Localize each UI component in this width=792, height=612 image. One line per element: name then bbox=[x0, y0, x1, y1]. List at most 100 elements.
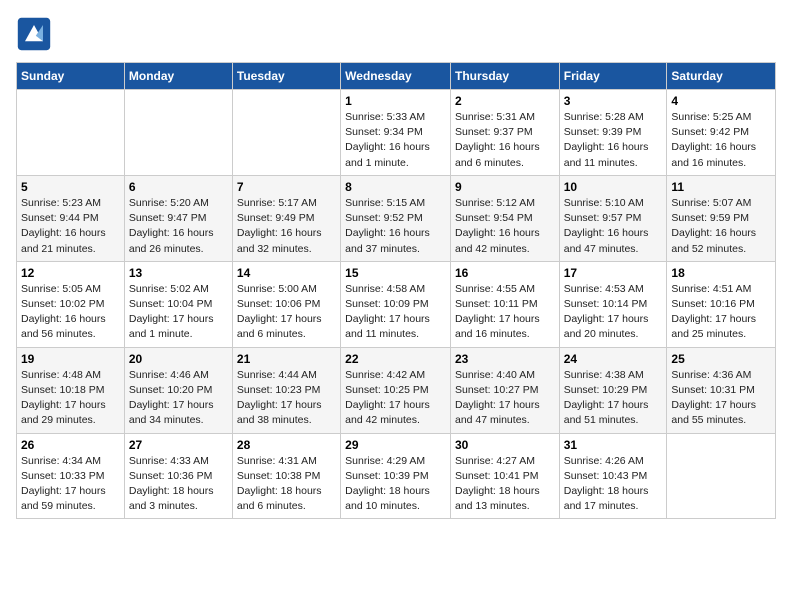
day-number: 21 bbox=[237, 352, 336, 366]
day-number: 20 bbox=[129, 352, 228, 366]
calendar-cell: 15 Sunrise: 4:58 AM Sunset: 10:09 PM Dayl… bbox=[341, 261, 451, 347]
day-number: 15 bbox=[345, 266, 446, 280]
day-info: Sunrise: 5:25 AM Sunset: 9:42 PM Dayligh… bbox=[671, 110, 771, 171]
calendar-cell: 22 Sunrise: 4:42 AM Sunset: 10:25 PM Dayl… bbox=[341, 347, 451, 433]
day-info: Sunrise: 4:42 AM Sunset: 10:25 PM Daylig… bbox=[345, 368, 446, 429]
day-info: Sunrise: 5:23 AM Sunset: 9:44 PM Dayligh… bbox=[21, 196, 120, 257]
day-number: 27 bbox=[129, 438, 228, 452]
day-info: Sunrise: 4:51 AM Sunset: 10:16 PM Daylig… bbox=[671, 282, 771, 343]
day-number: 4 bbox=[671, 94, 771, 108]
day-info: Sunrise: 5:20 AM Sunset: 9:47 PM Dayligh… bbox=[129, 196, 228, 257]
calendar-cell: 10Sunrise: 5:10 AM Sunset: 9:57 PM Dayli… bbox=[559, 175, 667, 261]
day-number: 11 bbox=[671, 180, 771, 194]
calendar-cell: 11 Sunrise: 5:07 AM Sunset: 9:59 PM Dayli… bbox=[667, 175, 776, 261]
calendar-cell: 9Sunrise: 5:12 AM Sunset: 9:54 PM Daylig… bbox=[450, 175, 559, 261]
day-info: Sunrise: 4:40 AM Sunset: 10:27 PM Daylig… bbox=[455, 368, 555, 429]
day-number: 8 bbox=[345, 180, 446, 194]
weekday-header-friday: Friday bbox=[559, 63, 667, 90]
day-number: 30 bbox=[455, 438, 555, 452]
calendar-cell: 28 Sunrise: 4:31 AM Sunset: 10:38 PM Dayl… bbox=[232, 433, 340, 519]
calendar-cell: 18 Sunrise: 4:51 AM Sunset: 10:16 PM Dayl… bbox=[667, 261, 776, 347]
calendar-week-row: 26 Sunrise: 4:34 AM Sunset: 10:33 PM Dayl… bbox=[17, 433, 776, 519]
calendar-cell: 2 Sunrise: 5:31 AM Sunset: 9:37 PM Daylig… bbox=[450, 90, 559, 176]
day-info: Sunrise: 5:15 AM Sunset: 9:52 PM Dayligh… bbox=[345, 196, 446, 257]
day-number: 28 bbox=[237, 438, 336, 452]
day-info: Sunrise: 5:12 AM Sunset: 9:54 PM Dayligh… bbox=[455, 196, 555, 257]
calendar-cell bbox=[17, 90, 125, 176]
day-info: Sunrise: 5:28 AM Sunset: 9:39 PM Dayligh… bbox=[564, 110, 663, 171]
weekday-header-thursday: Thursday bbox=[450, 63, 559, 90]
day-info: Sunrise: 4:29 AM Sunset: 10:39 PM Daylig… bbox=[345, 454, 446, 515]
calendar-cell: 27 Sunrise: 4:33 AM Sunset: 10:36 PM Dayl… bbox=[124, 433, 232, 519]
day-info: Sunrise: 4:58 AM Sunset: 10:09 PM Daylig… bbox=[345, 282, 446, 343]
calendar-cell: 1Sunrise: 5:33 AM Sunset: 9:34 PM Daylig… bbox=[341, 90, 451, 176]
calendar-week-row: 5Sunrise: 5:23 AM Sunset: 9:44 PM Daylig… bbox=[17, 175, 776, 261]
calendar-cell bbox=[232, 90, 340, 176]
weekday-header-wednesday: Wednesday bbox=[341, 63, 451, 90]
day-info: Sunrise: 4:44 AM Sunset: 10:23 PM Daylig… bbox=[237, 368, 336, 429]
calendar-header-row: SundayMondayTuesdayWednesdayThursdayFrid… bbox=[17, 63, 776, 90]
day-number: 22 bbox=[345, 352, 446, 366]
day-number: 13 bbox=[129, 266, 228, 280]
day-info: Sunrise: 4:38 AM Sunset: 10:29 PM Daylig… bbox=[564, 368, 663, 429]
day-info: Sunrise: 4:34 AM Sunset: 10:33 PM Daylig… bbox=[21, 454, 120, 515]
calendar-cell: 7Sunrise: 5:17 AM Sunset: 9:49 PM Daylig… bbox=[232, 175, 340, 261]
day-number: 2 bbox=[455, 94, 555, 108]
day-number: 19 bbox=[21, 352, 120, 366]
calendar-cell: 23 Sunrise: 4:40 AM Sunset: 10:27 PM Dayl… bbox=[450, 347, 559, 433]
calendar-week-row: 19 Sunrise: 4:48 AM Sunset: 10:18 PM Dayl… bbox=[17, 347, 776, 433]
calendar-cell: 25Sunrise: 4:36 AM Sunset: 10:31 PM Dayl… bbox=[667, 347, 776, 433]
day-number: 31 bbox=[564, 438, 663, 452]
day-number: 23 bbox=[455, 352, 555, 366]
calendar-cell: 24 Sunrise: 4:38 AM Sunset: 10:29 PM Dayl… bbox=[559, 347, 667, 433]
day-info: Sunrise: 5:10 AM Sunset: 9:57 PM Dayligh… bbox=[564, 196, 663, 257]
calendar-cell: 3 Sunrise: 5:28 AM Sunset: 9:39 PM Daylig… bbox=[559, 90, 667, 176]
day-info: Sunrise: 4:33 AM Sunset: 10:36 PM Daylig… bbox=[129, 454, 228, 515]
day-info: Sunrise: 4:53 AM Sunset: 10:14 PM Daylig… bbox=[564, 282, 663, 343]
day-number: 18 bbox=[671, 266, 771, 280]
calendar-cell: 20Sunrise: 4:46 AM Sunset: 10:20 PM Dayl… bbox=[124, 347, 232, 433]
calendar-cell: 4 Sunrise: 5:25 AM Sunset: 9:42 PM Daylig… bbox=[667, 90, 776, 176]
calendar-cell: 31 Sunrise: 4:26 AM Sunset: 10:43 PM Dayl… bbox=[559, 433, 667, 519]
day-info: Sunrise: 4:55 AM Sunset: 10:11 PM Daylig… bbox=[455, 282, 555, 343]
calendar-cell: 12 Sunrise: 5:05 AM Sunset: 10:02 PM Dayl… bbox=[17, 261, 125, 347]
weekday-header-monday: Monday bbox=[124, 63, 232, 90]
day-number: 7 bbox=[237, 180, 336, 194]
day-info: Sunrise: 5:31 AM Sunset: 9:37 PM Dayligh… bbox=[455, 110, 555, 171]
day-info: Sunrise: 4:27 AM Sunset: 10:41 PM Daylig… bbox=[455, 454, 555, 515]
calendar-week-row: 1Sunrise: 5:33 AM Sunset: 9:34 PM Daylig… bbox=[17, 90, 776, 176]
day-info: Sunrise: 5:00 AM Sunset: 10:06 PM Daylig… bbox=[237, 282, 336, 343]
weekday-header-tuesday: Tuesday bbox=[232, 63, 340, 90]
calendar-cell: 5Sunrise: 5:23 AM Sunset: 9:44 PM Daylig… bbox=[17, 175, 125, 261]
calendar-cell: 19 Sunrise: 4:48 AM Sunset: 10:18 PM Dayl… bbox=[17, 347, 125, 433]
day-info: Sunrise: 5:07 AM Sunset: 9:59 PM Dayligh… bbox=[671, 196, 771, 257]
calendar-week-row: 12 Sunrise: 5:05 AM Sunset: 10:02 PM Dayl… bbox=[17, 261, 776, 347]
calendar-cell bbox=[667, 433, 776, 519]
day-number: 29 bbox=[345, 438, 446, 452]
weekday-header-saturday: Saturday bbox=[667, 63, 776, 90]
calendar-cell: 30 Sunrise: 4:27 AM Sunset: 10:41 PM Dayl… bbox=[450, 433, 559, 519]
calendar-cell: 17Sunrise: 4:53 AM Sunset: 10:14 PM Dayl… bbox=[559, 261, 667, 347]
day-number: 26 bbox=[21, 438, 120, 452]
day-number: 24 bbox=[564, 352, 663, 366]
day-info: Sunrise: 5:02 AM Sunset: 10:04 PM Daylig… bbox=[129, 282, 228, 343]
day-info: Sunrise: 5:05 AM Sunset: 10:02 PM Daylig… bbox=[21, 282, 120, 343]
calendar-cell: 21 Sunrise: 4:44 AM Sunset: 10:23 PM Dayl… bbox=[232, 347, 340, 433]
day-info: Sunrise: 4:26 AM Sunset: 10:43 PM Daylig… bbox=[564, 454, 663, 515]
weekday-header-sunday: Sunday bbox=[17, 63, 125, 90]
logo-icon bbox=[16, 16, 52, 52]
calendar-cell bbox=[124, 90, 232, 176]
calendar-cell: 6 Sunrise: 5:20 AM Sunset: 9:47 PM Daylig… bbox=[124, 175, 232, 261]
day-number: 3 bbox=[564, 94, 663, 108]
page-header bbox=[16, 16, 776, 52]
calendar-table: SundayMondayTuesdayWednesdayThursdayFrid… bbox=[16, 62, 776, 519]
logo bbox=[16, 16, 56, 52]
day-info: Sunrise: 5:33 AM Sunset: 9:34 PM Dayligh… bbox=[345, 110, 446, 171]
calendar-cell: 29 Sunrise: 4:29 AM Sunset: 10:39 PM Dayl… bbox=[341, 433, 451, 519]
calendar-cell: 8 Sunrise: 5:15 AM Sunset: 9:52 PM Daylig… bbox=[341, 175, 451, 261]
calendar-cell: 13 Sunrise: 5:02 AM Sunset: 10:04 PM Dayl… bbox=[124, 261, 232, 347]
day-info: Sunrise: 4:31 AM Sunset: 10:38 PM Daylig… bbox=[237, 454, 336, 515]
day-number: 6 bbox=[129, 180, 228, 194]
day-number: 12 bbox=[21, 266, 120, 280]
day-info: Sunrise: 4:48 AM Sunset: 10:18 PM Daylig… bbox=[21, 368, 120, 429]
